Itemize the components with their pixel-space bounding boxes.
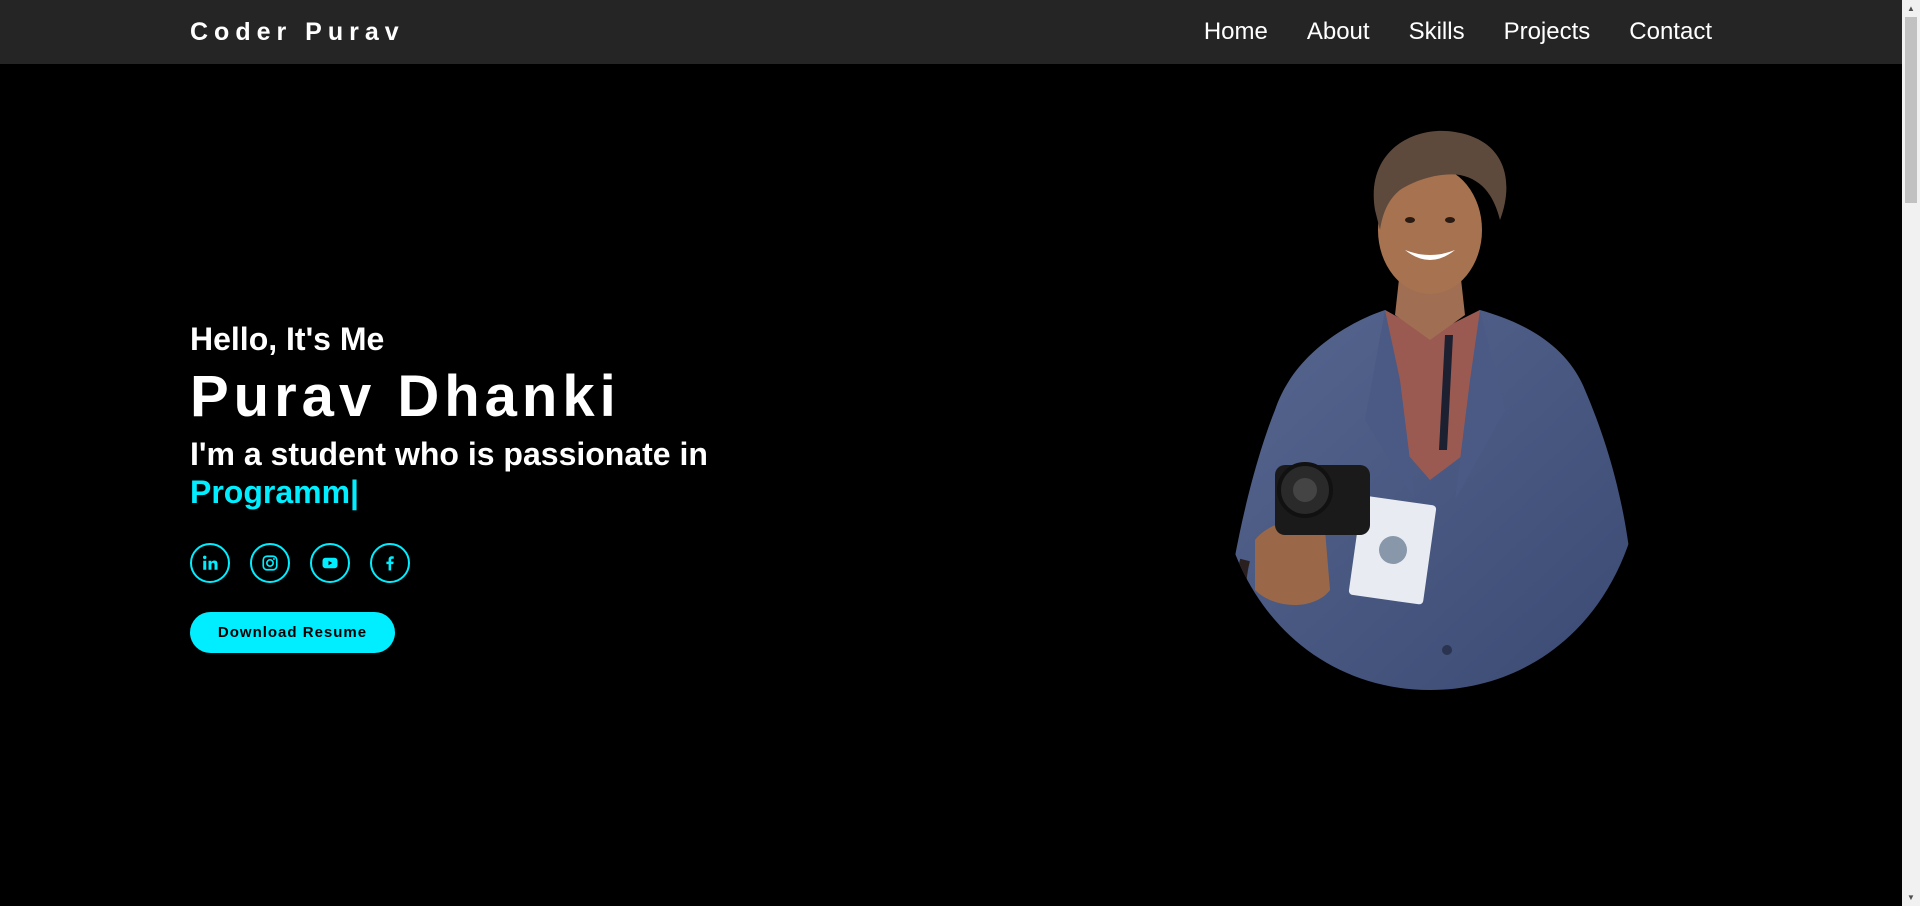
typing-cursor: | bbox=[350, 474, 359, 510]
linkedin-icon bbox=[203, 555, 218, 570]
linkedin-link[interactable] bbox=[190, 543, 230, 583]
scrollbar-thumb[interactable] bbox=[1905, 17, 1917, 203]
nav-about[interactable]: About bbox=[1307, 18, 1370, 46]
site-header: Coder Purav Home About Skills Projects C… bbox=[0, 0, 1902, 64]
hero-tagline: I'm a student who is passionate in Progr… bbox=[190, 435, 710, 511]
vertical-scrollbar[interactable]: ▲ ▼ bbox=[1902, 0, 1920, 906]
tagline-prefix: I'm a student who is passionate in bbox=[190, 436, 708, 472]
scroll-up-arrow-icon[interactable]: ▲ bbox=[1902, 0, 1920, 17]
page: Coder Purav Home About Skills Projects C… bbox=[0, 0, 1920, 906]
nav-skills[interactable]: Skills bbox=[1409, 18, 1465, 46]
typed-text: Programm bbox=[190, 474, 351, 510]
hero-section: Hello, It's Me Purav Dhanki I'm a studen… bbox=[190, 318, 710, 653]
nav-contact[interactable]: Contact bbox=[1629, 18, 1712, 46]
download-resume-button[interactable]: Download Resume bbox=[190, 612, 395, 653]
nav-projects[interactable]: Projects bbox=[1504, 18, 1591, 46]
nav-home[interactable]: Home bbox=[1204, 18, 1268, 46]
scroll-down-arrow-icon[interactable]: ▼ bbox=[1902, 889, 1920, 906]
youtube-link[interactable] bbox=[310, 543, 350, 583]
instagram-icon bbox=[262, 555, 278, 571]
profile-portrait bbox=[1225, 130, 1635, 690]
youtube-icon bbox=[322, 557, 338, 569]
instagram-link[interactable] bbox=[250, 543, 290, 583]
hero-greeting: Hello, It's Me bbox=[190, 321, 385, 357]
hero-name: Purav Dhanki bbox=[190, 364, 621, 429]
social-links bbox=[190, 543, 710, 583]
facebook-icon bbox=[386, 556, 394, 571]
site-logo[interactable]: Coder Purav bbox=[190, 18, 405, 47]
main-nav: Home About Skills Projects Contact bbox=[1204, 18, 1712, 46]
facebook-link[interactable] bbox=[370, 543, 410, 583]
